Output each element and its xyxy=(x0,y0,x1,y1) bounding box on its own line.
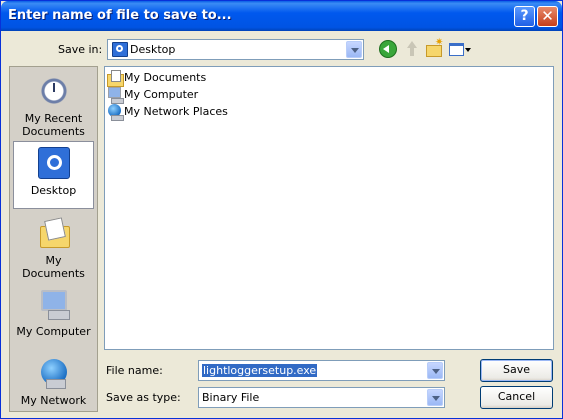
place-my-recent-documents[interactable]: My Recent Documents xyxy=(13,75,94,138)
my-computer-icon xyxy=(107,87,124,104)
place-desktop[interactable]: Desktop xyxy=(13,141,94,209)
place-my-network[interactable]: My Network xyxy=(13,357,94,411)
new-folder-icon[interactable] xyxy=(425,37,443,58)
place-label: My Recent Documents xyxy=(22,112,85,138)
save-in-value: Desktop xyxy=(130,43,176,56)
places-bar: My Recent Documents Desktop My Documents… xyxy=(9,66,98,412)
my-documents-icon xyxy=(38,217,70,249)
my-documents-icon xyxy=(107,70,124,87)
chevron-down-icon[interactable] xyxy=(427,362,443,379)
file-name-value[interactable]: lightloggersetup.exe xyxy=(202,364,318,377)
place-label: My Documents xyxy=(22,254,85,280)
title-bar[interactable]: Enter name of file to save to... ? ✕ xyxy=(1,1,562,31)
save-in-label: Save in: xyxy=(58,43,103,56)
recent-documents-icon xyxy=(37,75,70,107)
file-name: My Network Places xyxy=(124,105,228,118)
save-in-dropdown[interactable]: Desktop xyxy=(107,39,364,60)
network-places-icon xyxy=(107,104,124,121)
file-name-label: File name: xyxy=(106,364,163,377)
file-list[interactable]: My Documents My Computer My Network Plac… xyxy=(104,66,554,350)
my-computer-icon xyxy=(38,288,70,320)
chevron-down-icon[interactable] xyxy=(346,41,362,58)
save-button[interactable]: Save xyxy=(480,359,553,382)
close-button[interactable]: ✕ xyxy=(537,6,558,27)
back-icon[interactable] xyxy=(379,40,397,58)
file-name-field[interactable]: lightloggersetup.exe xyxy=(198,360,445,381)
views-menu-icon[interactable] xyxy=(448,40,472,58)
place-label: Desktop xyxy=(30,184,77,197)
help-button[interactable]: ? xyxy=(514,6,535,27)
save-file-dialog: Enter name of file to save to... ? ✕ Sav… xyxy=(0,0,563,419)
dialog-title: Enter name of file to save to... xyxy=(8,8,232,23)
file-name: My Computer xyxy=(124,88,199,101)
desktop-icon xyxy=(37,147,70,179)
place-my-documents[interactable]: My Documents xyxy=(13,217,94,280)
place-label: My Network xyxy=(20,394,87,407)
chevron-down-icon[interactable] xyxy=(427,389,443,406)
save-as-type-dropdown[interactable]: Binary File xyxy=(198,387,445,408)
place-label: My Computer xyxy=(16,325,91,338)
desktop-icon xyxy=(112,42,128,57)
place-my-computer[interactable]: My Computer xyxy=(13,288,94,344)
up-folder-icon[interactable] xyxy=(403,40,421,58)
file-name: My Documents xyxy=(124,71,207,84)
save-as-type-value: Binary File xyxy=(202,391,260,404)
save-as-type-label: Save as type: xyxy=(106,391,181,404)
cancel-button[interactable]: Cancel xyxy=(480,386,553,409)
my-network-icon xyxy=(38,357,70,389)
